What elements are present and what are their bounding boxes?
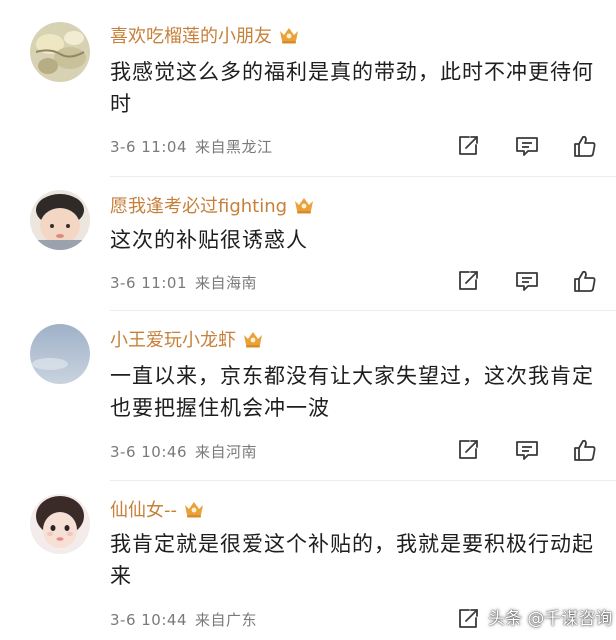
comment-text: 一直以来，京东都没有让大家失望过，这次我肯定也要把握住机会冲一波: [110, 364, 594, 420]
thumbs-up-icon[interactable]: [572, 268, 598, 294]
comment-icon[interactable]: [514, 437, 540, 463]
divider: [110, 310, 616, 311]
comment-meta: 3-6 11:01 来自海南: [110, 272, 257, 293]
comment-time: 3-6 11:01: [110, 274, 187, 292]
share-icon[interactable]: [455, 268, 481, 294]
share-icon[interactable]: [455, 133, 481, 159]
comment-text: 我感觉这么多的福利是真的带劲，此时不冲更待何时: [110, 60, 594, 116]
comment-text: 我肯定就是很爱这个补贴的，我就是要积极行动起来: [110, 532, 594, 588]
comment-meta: 3-6 11:04 来自黑龙江: [110, 136, 273, 157]
username[interactable]: 喜欢吃榴莲的小朋友: [110, 22, 272, 48]
crown-vip-icon: [293, 195, 315, 215]
divider: [110, 176, 616, 177]
username[interactable]: 仙仙女--: [110, 496, 177, 522]
avatar[interactable]: [30, 494, 90, 554]
username[interactable]: 小王爱玩小龙虾: [110, 326, 236, 352]
crown-vip-icon: [242, 329, 264, 349]
crown-vip-icon: [183, 499, 205, 519]
comment-meta: 3-6 10:46 来自河南: [110, 441, 257, 462]
share-icon[interactable]: [455, 606, 481, 632]
thumbs-up-icon[interactable]: [572, 133, 598, 159]
comment-location: 来自海南: [195, 274, 258, 292]
comment-location: 来自河南: [195, 443, 258, 461]
divider: [110, 480, 616, 481]
comment-icon[interactable]: [514, 133, 540, 159]
avatar[interactable]: [30, 324, 90, 384]
comment-time: 3-6 11:04: [110, 138, 187, 156]
comment-time: 3-6 10:46: [110, 443, 187, 461]
thumbs-up-icon[interactable]: [572, 437, 598, 463]
comment-time: 3-6 10:44: [110, 611, 187, 629]
comment-meta: 3-6 10:44 来自广东: [110, 609, 257, 630]
comment-location: 来自广东: [195, 611, 258, 629]
watermark: 头条 @千谋咨询: [488, 609, 613, 629]
comment-location: 来自黑龙江: [195, 138, 273, 156]
avatar[interactable]: [30, 22, 90, 82]
username[interactable]: 愿我逢考必过fighting: [110, 192, 287, 218]
crown-vip-icon: [278, 25, 300, 45]
share-icon[interactable]: [455, 437, 481, 463]
comment-icon[interactable]: [514, 268, 540, 294]
comment-text: 这次的补贴很诱惑人: [110, 228, 308, 252]
avatar[interactable]: [30, 190, 90, 250]
